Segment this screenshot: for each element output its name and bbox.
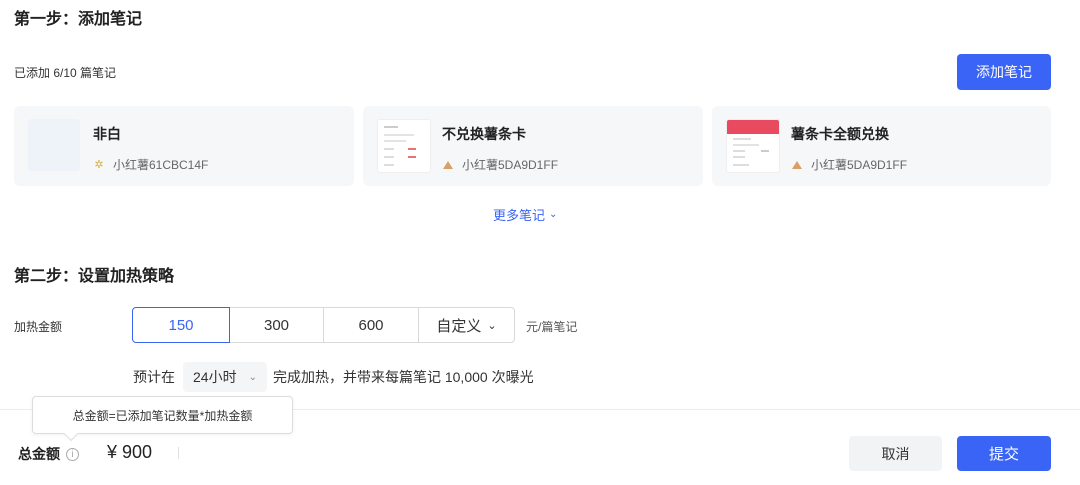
note-thumbnail [726,119,780,173]
amount-option-custom[interactable]: 自定义 ⌄ [418,307,515,343]
heat-amount-label: 加热金额 [14,320,63,334]
note-card[interactable]: 薯条卡全额兑换 小红薯5DA9D1FF [712,106,1051,186]
triangle-avatar-icon [791,159,803,171]
note-author-name: 小红薯61CBC14F [113,158,209,172]
total-value: ¥ 900 [107,442,153,462]
chevron-down-icon: ⌄ [549,209,558,220]
more-notes-link[interactable]: 更多笔记 ⌄ [493,205,557,224]
cancel-button[interactable]: 取消 [849,436,942,471]
total-label: 总金额 i [18,444,79,464]
amount-option-group: 150 300 600 自定义 ⌄ [132,307,515,343]
duration-select[interactable]: 24小时 ⌄ [183,362,267,392]
chevron-down-icon: ⌄ [248,371,257,383]
amount-unit-label: 元/篇笔记 [526,320,578,334]
duration-value: 24小时 [193,369,237,385]
submit-button[interactable]: 提交 [957,436,1051,471]
chevron-down-icon: ⌄ [487,319,497,332]
step1-title: 第一步：添加笔记 [14,11,143,28]
amount-option-600[interactable]: 600 [323,307,419,343]
note-author-name: 小红薯5DA9D1FF [811,158,908,172]
step2-title: 第二步：设置加热策略 [14,268,175,285]
note-title: 非白 [93,126,121,142]
more-notes-label: 更多笔记 [493,208,546,223]
total-label-text: 总金额 [18,446,60,462]
custom-amount-label: 自定义 [436,317,482,335]
amount-option-300[interactable]: 300 [229,307,324,343]
info-icon[interactable]: i [66,447,79,461]
estimate-suffix: 完成加热，并带来每篇笔记 10,000 次曝光 [272,369,534,385]
note-thumbnail [28,119,80,171]
note-author: ✲ 小红薯61CBC14F [93,156,208,173]
estimate-row: 预计在 24小时 ⌄ 完成加热，并带来每篇笔记 10,000 次曝光 [133,362,534,392]
added-count-text: 已添加 6/10 篇笔记 [14,66,117,80]
document-thumbnail-icon [727,120,779,166]
note-author: 小红薯5DA9D1FF [791,156,907,173]
note-title: 不兑换薯条卡 [442,126,526,142]
note-author-name: 小红薯5DA9D1FF [462,158,559,172]
add-note-button[interactable]: 添加笔记 [957,54,1051,90]
triangle-avatar-icon [442,159,454,171]
document-thumbnail-icon [384,126,416,166]
note-title: 薯条卡全额兑换 [791,126,889,142]
amount-option-150[interactable]: 150 [132,307,230,343]
note-author: 小红薯5DA9D1FF [442,156,558,173]
note-thumbnail [377,119,431,173]
total-separator [178,447,179,459]
note-card[interactable]: 非白 ✲ 小红薯61CBC14F [14,106,354,186]
note-card[interactable]: 不兑换薯条卡 小红薯5DA9D1FF [363,106,703,186]
estimate-prefix: 预计在 [133,369,175,385]
sun-icon: ✲ [94,158,104,171]
